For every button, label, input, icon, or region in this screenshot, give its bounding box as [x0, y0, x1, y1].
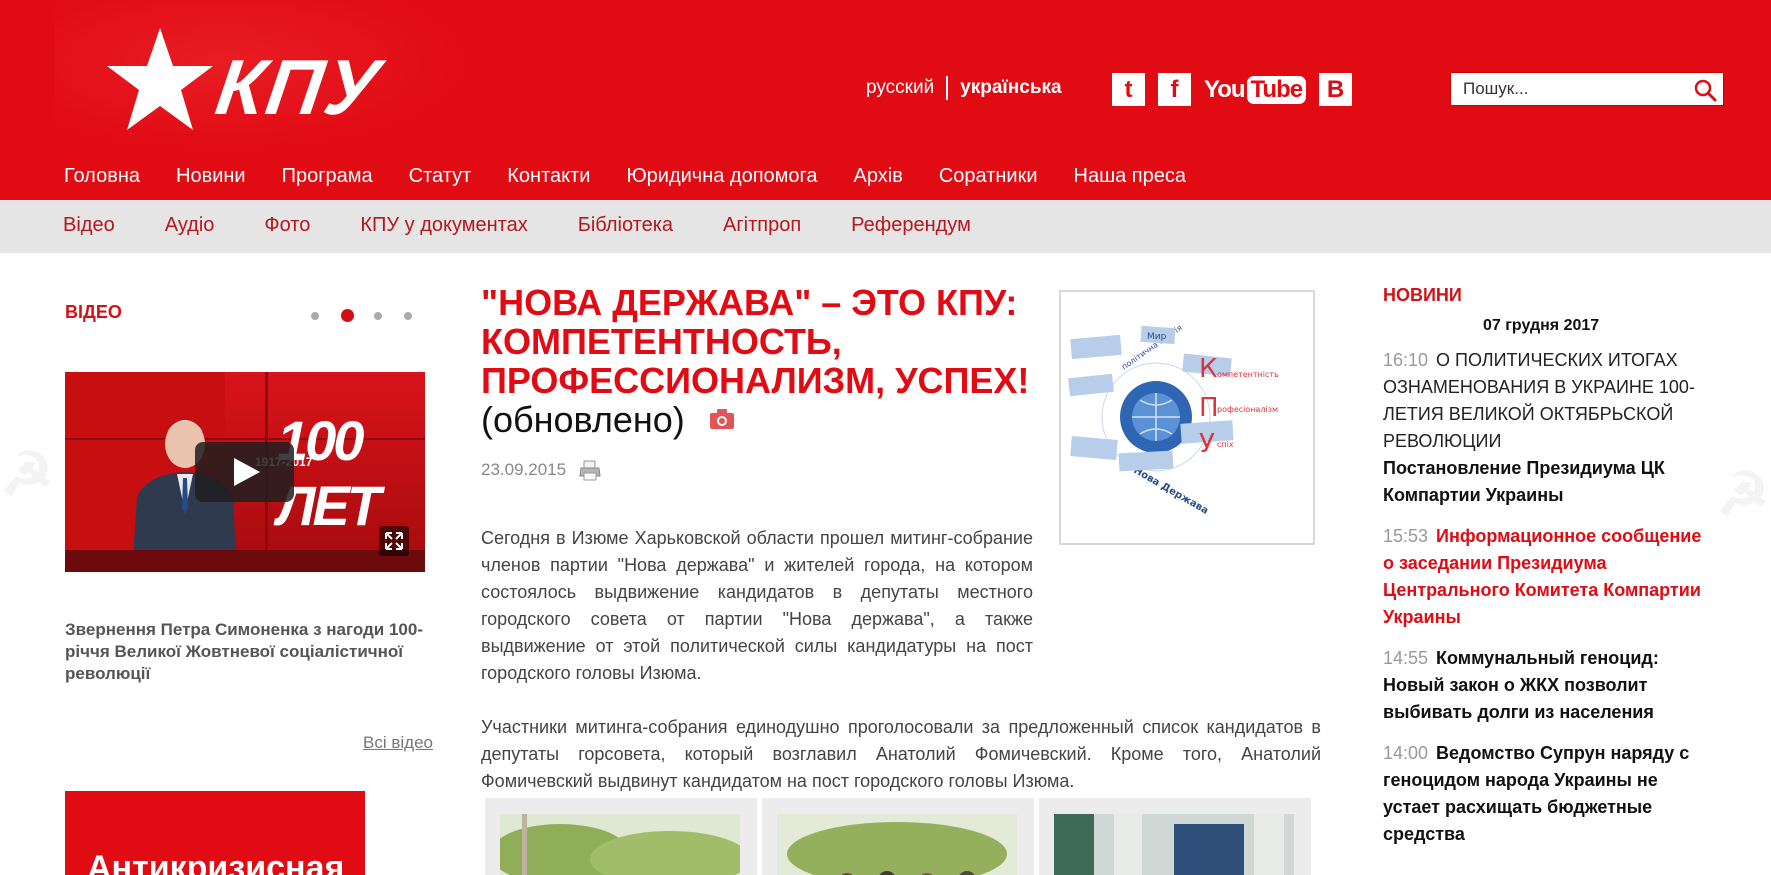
play-button[interactable] [195, 442, 294, 502]
article-paragraph: Участники митинга-собрания единодушно пр… [481, 717, 1321, 791]
language-switcher: русский українська [866, 76, 1062, 100]
article-date-row: 23.09.2015 [481, 458, 602, 482]
subnav-item-referendum[interactable]: Референдум [851, 214, 971, 237]
news-date: 07 грудня 2017 [1483, 317, 1600, 334]
news-list: 16:10 О ПОЛИТИЧЕСКИХ ИТОГАХ ОЗНАМЕНОВАНИЯ… [1383, 347, 1713, 862]
vk-icon[interactable]: B [1319, 73, 1353, 106]
carousel-dot-active[interactable] [341, 309, 354, 322]
site-header: КПУ русский українська t f YouTube B Гол… [0, 0, 1771, 200]
nav-item-press[interactable]: Наша преса [1074, 165, 1187, 188]
subnav-item-video[interactable]: Відео [63, 214, 115, 237]
camera-icon [709, 409, 734, 430]
article-body: Сегодня в Изюме Харьковской области прош… [481, 525, 1321, 822]
facebook-icon[interactable]: f [1158, 73, 1191, 106]
news-item[interactable]: 16:10 О ПОЛИТИЧЕСКИХ ИТОГАХ ОЗНАМЕНОВАНИЯ… [1383, 347, 1713, 509]
nav-item-contacts[interactable]: Контакти [507, 165, 590, 188]
nav-item-program[interactable]: Програма [282, 165, 373, 188]
fullscreen-icon[interactable] [379, 526, 409, 556]
article-title-suffix: (обновлено) [481, 399, 685, 440]
lang-separator [946, 76, 949, 100]
search-input[interactable] [1451, 73, 1681, 105]
nav-item-news[interactable]: Новини [176, 165, 246, 188]
article-title-text: "НОВА ДЕРЖАВА" – ЭТО КПУ: КОМПЕТЕНТНОСТЬ… [481, 282, 1030, 401]
news-section-title[interactable]: НОВИНИ [1383, 285, 1462, 306]
svg-text:Нова Держава: Нова Держава [1132, 465, 1211, 517]
video-caption[interactable]: Звернення Петра Симоненка з нагоди 100-р… [65, 619, 425, 685]
article-image[interactable]: політична партія Нова Держава Мир К омпе… [1059, 290, 1315, 545]
nav-item-statute[interactable]: Статут [409, 165, 472, 188]
news-time: 15:53 [1383, 526, 1429, 546]
svg-text:К: К [1199, 354, 1217, 384]
site-logo[interactable]: КПУ [105, 28, 395, 133]
lang-russian[interactable]: русский [866, 77, 934, 99]
search-icon[interactable] [1693, 78, 1717, 102]
nav-item-associates[interactable]: Соратники [939, 165, 1038, 188]
photo-gallery [485, 798, 1316, 875]
news-subheadline[interactable]: Постановление Президиума ЦК Компартии Ук… [1383, 455, 1713, 509]
news-item[interactable]: 14:00 Ведомство Супрун наряду с геноцидом… [1383, 740, 1713, 848]
video-thumb-text: 100 ЛЕТ [277, 409, 381, 537]
carousel-dot[interactable] [404, 311, 412, 320]
subnav-item-photo[interactable]: Фото [264, 214, 310, 237]
banner-text: Антикризисная [87, 849, 345, 875]
nav-item-home[interactable]: Головна [64, 165, 140, 188]
carousel-dot[interactable] [311, 311, 319, 320]
subnav-item-documents[interactable]: КПУ у документах [360, 214, 527, 237]
watermark-icon: ☭ [1716, 461, 1770, 528]
news-headline[interactable]: Ведомство Супрун наряду с геноцидом наро… [1383, 743, 1689, 844]
social-links: t f You Tube B [1112, 73, 1365, 106]
news-item[interactable]: 14:55 Коммунальный геноцид: Новый закон о… [1383, 645, 1713, 726]
subnav-item-library[interactable]: Бібліотека [578, 214, 673, 237]
gallery-photo [500, 814, 740, 875]
svg-text:У: У [1199, 429, 1215, 459]
news-time: 14:00 [1383, 743, 1429, 763]
subnav-item-agitprop[interactable]: Агітпроп [723, 214, 801, 237]
gallery-thumb[interactable] [1039, 798, 1311, 875]
article-image-graphic: політична партія Нова Держава Мир К омпе… [1068, 323, 1279, 517]
svg-text:омпетентність: омпетентність [1217, 370, 1279, 379]
subnav-item-audio[interactable]: Аудіо [165, 214, 215, 237]
promo-banner[interactable]: Антикризисная [65, 791, 365, 875]
lang-ukrainian[interactable]: українська [960, 77, 1061, 99]
article-paragraph: Сегодня в Изюме Харьковской области прош… [481, 528, 1033, 683]
article-title: "НОВА ДЕРЖАВА" – ЭТО КПУ: КОМПЕТЕНТНОСТЬ… [481, 283, 1041, 439]
search-box [1450, 72, 1724, 106]
print-icon[interactable] [578, 458, 602, 482]
nav-item-legal-help[interactable]: Юридична допомога [626, 165, 817, 188]
gallery-thumb[interactable] [485, 798, 757, 875]
video-desk [65, 550, 425, 572]
gallery-photo [777, 814, 1017, 875]
svg-text:рофесіоналізм: рофесіоналізм [1217, 405, 1278, 414]
sub-nav: Відео Аудіо Фото КПУ у документах Бібліо… [0, 200, 1771, 253]
all-videos-link[interactable]: Всі відео [363, 733, 433, 753]
youtube-icon[interactable]: You Tube [1204, 75, 1307, 104]
star-icon [107, 28, 213, 130]
gallery-photo [1054, 814, 1294, 875]
video-section-title: ВІДЕО [65, 302, 122, 322]
news-time: 16:10 [1383, 350, 1429, 370]
video-player[interactable]: 100 ЛЕТ 1917-2017 [65, 372, 425, 572]
news-time: 14:55 [1383, 648, 1429, 668]
logo-text: КПУ [210, 43, 387, 131]
article-date: 23.09.2015 [481, 460, 567, 479]
twitter-icon[interactable]: t [1112, 73, 1145, 106]
gallery-thumb[interactable] [762, 798, 1034, 875]
news-headline[interactable]: Информационное сообщение о заседании Пре… [1383, 526, 1701, 627]
carousel-dot[interactable] [374, 311, 382, 320]
news-headline[interactable]: О ПОЛИТИЧЕСКИХ ИТОГАХ ОЗНАМЕНОВАНИЯ В УК… [1383, 350, 1695, 451]
svg-text:Мир: Мир [1147, 332, 1167, 342]
news-item[interactable]: 15:53 Информационное сообщение о заседани… [1383, 523, 1713, 631]
svg-text:П: П [1199, 393, 1219, 423]
carousel-dots [311, 309, 434, 322]
svg-text:спіх: спіх [1217, 440, 1234, 449]
watermark-icon: ☭ [0, 441, 54, 508]
main-nav: Головна Новини Програма Статут Контакти … [64, 165, 1222, 188]
nav-item-archive[interactable]: Архів [854, 165, 903, 188]
